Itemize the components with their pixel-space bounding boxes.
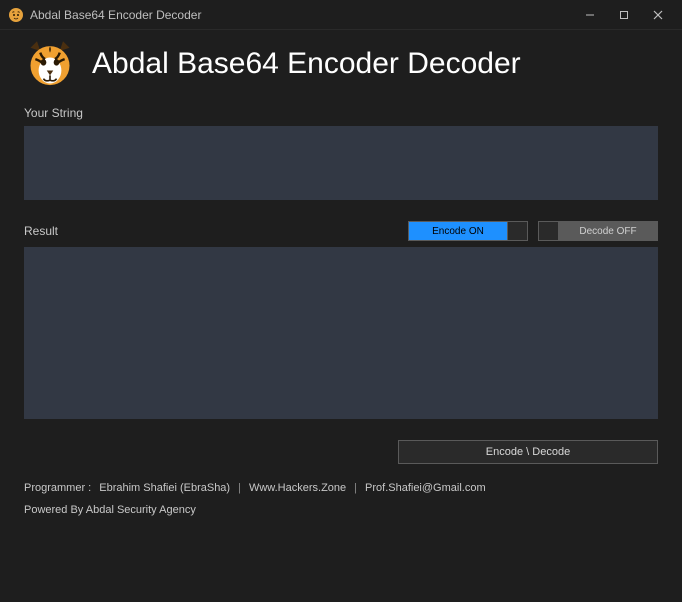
footer: Programmer : Ebrahim Shafiei (EbraSha) |… [24,482,658,516]
website-link[interactable]: Www.Hackers.Zone [249,482,346,494]
titlebar: Abdal Base64 Encoder Decoder [0,0,682,30]
close-icon[interactable] [650,7,666,23]
separator: | [354,482,357,494]
decode-toggle-knob [539,222,559,240]
app-title: Abdal Base64 Encoder Decoder [92,47,521,81]
decode-toggle-label: Decode OFF [559,222,657,240]
email-link[interactable]: Prof.Shafiei@Gmail.com [365,482,486,494]
programmer-label: Programmer : [24,482,91,494]
app-icon-small [8,7,24,23]
programmer-name: Ebrahim Shafiei (EbraSha) [99,482,230,494]
encode-toggle[interactable]: Encode ON [408,221,528,241]
input-label: Your String [24,106,658,120]
toggle-row: Result Encode ON Decode OFF [24,221,658,241]
toggle-group: Encode ON Decode OFF [408,221,658,241]
result-label: Result [24,224,58,238]
result-output[interactable] [24,247,658,419]
your-string-input[interactable] [24,126,658,200]
content: Abdal Base64 Encoder Decoder Your String… [0,30,682,530]
tiger-logo-icon [24,38,76,90]
action-row: Encode \ Decode [24,440,658,464]
window-title: Abdal Base64 Encoder Decoder [30,8,582,22]
encode-toggle-knob [507,222,527,240]
powered-by: Powered By Abdal Security Agency [24,504,658,516]
decode-toggle[interactable]: Decode OFF [538,221,658,241]
footer-credits: Programmer : Ebrahim Shafiei (EbraSha) |… [24,482,658,494]
encode-toggle-label: Encode ON [409,222,507,240]
minimize-icon[interactable] [582,7,598,23]
window-controls [582,7,674,23]
maximize-icon[interactable] [616,7,632,23]
header: Abdal Base64 Encoder Decoder [24,38,658,90]
separator: | [238,482,241,494]
encode-decode-button[interactable]: Encode \ Decode [398,440,658,464]
